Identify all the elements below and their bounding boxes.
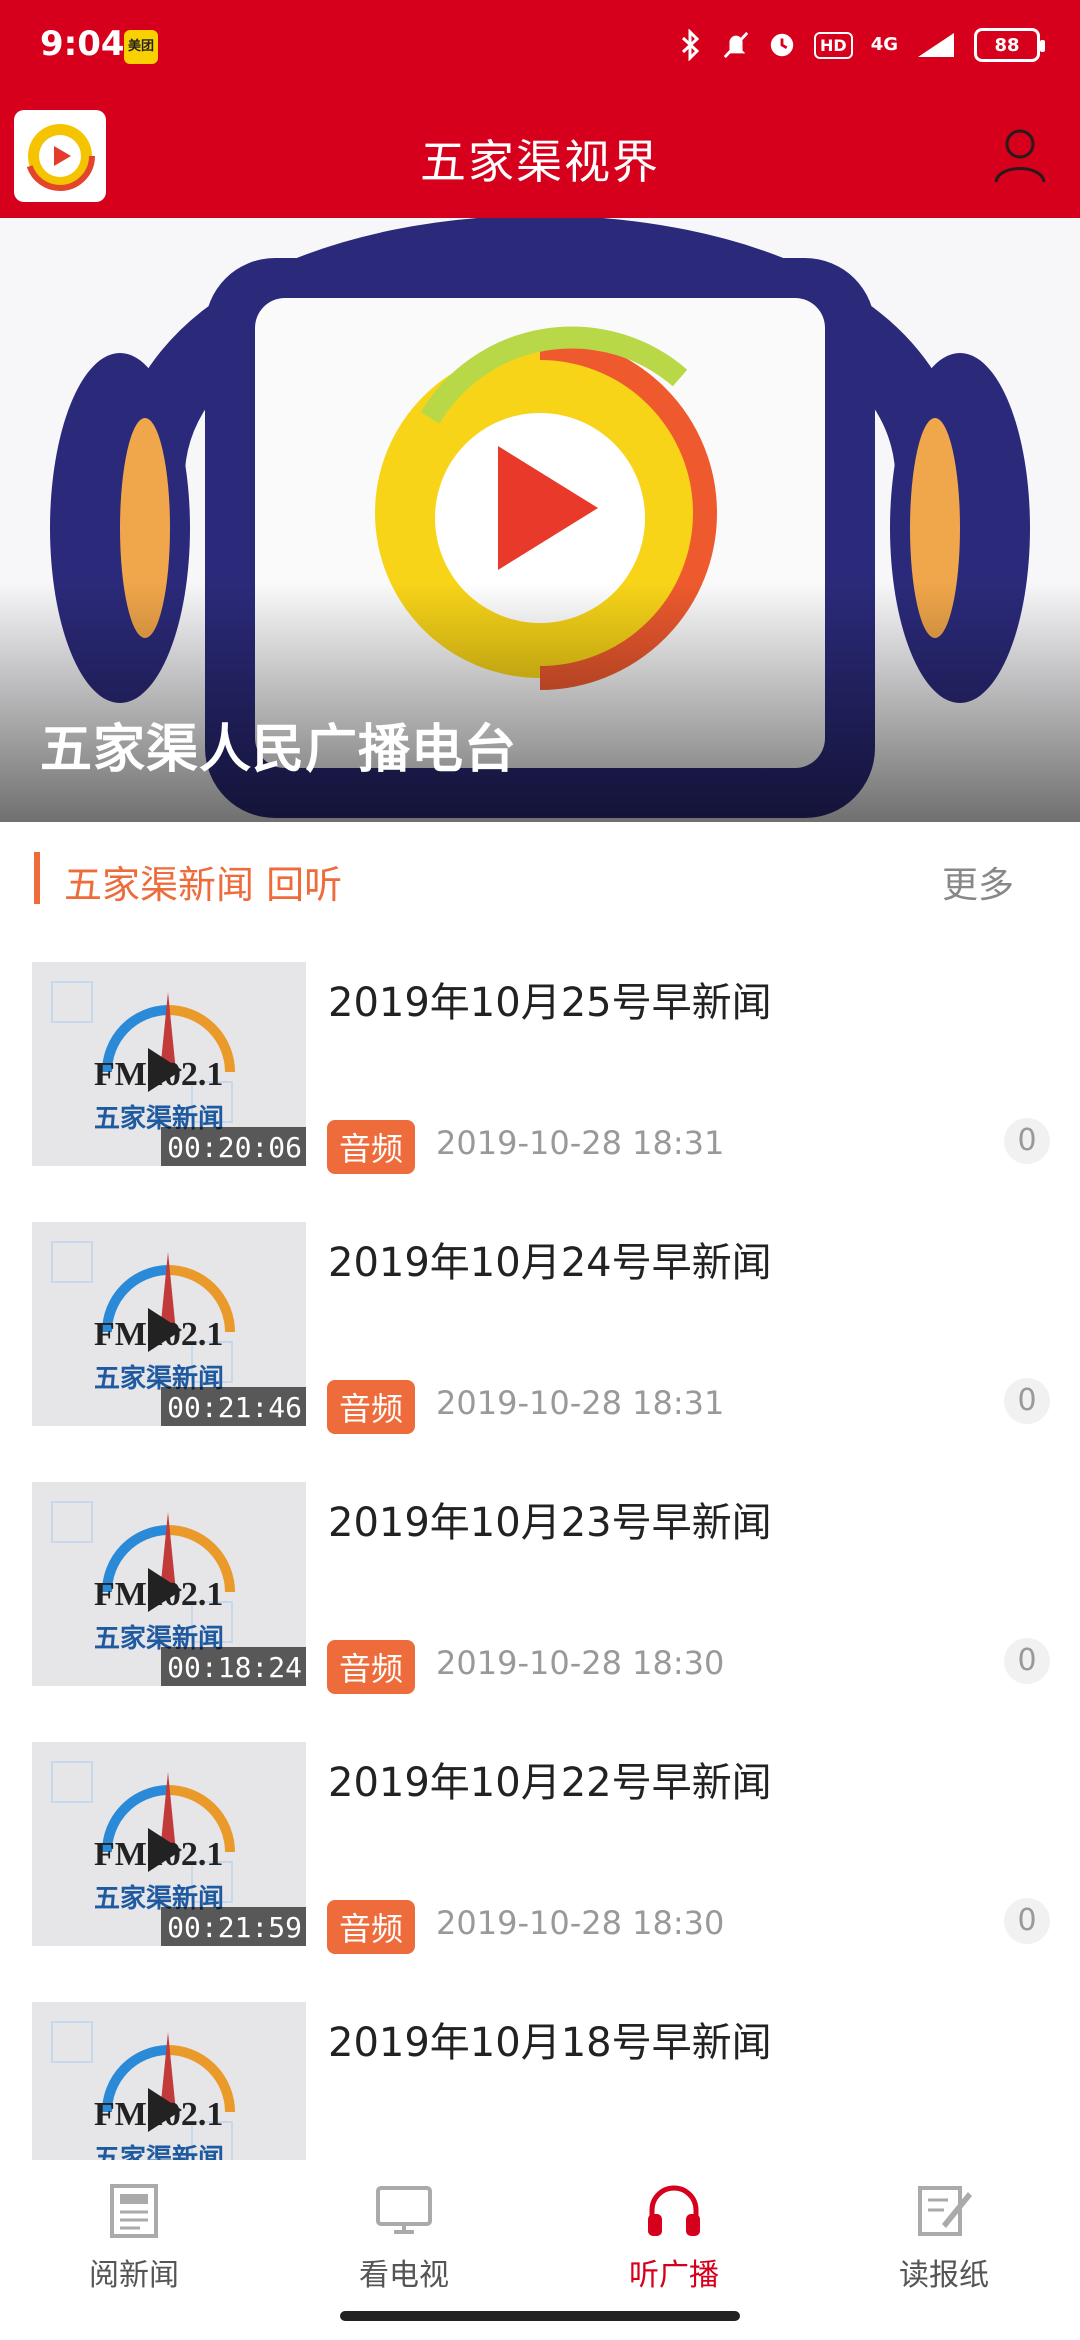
duration-label: 00:18:24 <box>161 1647 306 1686</box>
audio-thumbnail[interactable]: FM102.1 五家渠新闻 00:21:59 <box>32 1742 306 1946</box>
duration-label: 00:20:06 <box>161 1127 306 1166</box>
audio-thumbnail[interactable]: FM102.1 五家渠新闻 <box>32 2002 306 2160</box>
play-icon <box>148 1308 182 1352</box>
tab-label: 听广播 <box>629 2258 719 2293</box>
list-item[interactable]: FM102.1 五家渠新闻 00:21:46 2019年10月24号早新闻 音频… <box>0 1202 1080 1462</box>
comment-count-badge: 0 <box>1004 1898 1050 1944</box>
newspaper-icon <box>110 2184 158 2238</box>
network-type: 4G <box>870 34 898 55</box>
duration-label: 00:21:59 <box>161 1907 306 1946</box>
play-icon <box>148 1828 182 1872</box>
tab-read-paper[interactable]: 读报纸 <box>844 2178 1044 2294</box>
app-header: 五家渠视界 <box>0 96 1080 218</box>
banner-caption: 五家渠人民广播电台 <box>40 720 518 780</box>
duration-label: 00:21:46 <box>161 1387 306 1426</box>
item-date: 2019-10-28 18:31 <box>436 1124 725 1162</box>
item-title[interactable]: 2019年10月24号早新闻 <box>328 1230 772 1288</box>
audio-tag: 音频 <box>327 1900 416 1954</box>
play-icon <box>148 2088 182 2132</box>
audio-tag: 音频 <box>327 1120 416 1174</box>
comment-count-badge: 0 <box>1004 1638 1050 1684</box>
item-title[interactable]: 2019年10月23号早新闻 <box>328 1490 772 1548</box>
audio-thumbnail[interactable]: FM102.1 五家渠新闻 00:18:24 <box>32 1482 306 1686</box>
bluetooth-icon <box>676 28 704 62</box>
meituan-notification-icon: 美团 <box>124 30 158 64</box>
status-icons: HD 4G 88 <box>676 28 1045 62</box>
page-title: 五家渠视界 <box>420 135 660 189</box>
item-title[interactable]: 2019年10月22号早新闻 <box>328 1750 772 1808</box>
play-icon <box>148 1048 182 1092</box>
section-header: 五家渠新闻 回听 更多 <box>0 822 1080 942</box>
item-date: 2019-10-28 18:30 <box>436 1904 725 1942</box>
banner-gradient <box>0 582 1080 822</box>
tab-label: 看电视 <box>359 2258 449 2293</box>
hd-icon: HD <box>814 31 853 59</box>
comment-count-badge: 0 <box>1004 1378 1050 1424</box>
tab-label: 读报纸 <box>899 2258 989 2293</box>
item-title[interactable]: 2019年10月18号早新闻 <box>328 2010 772 2068</box>
item-date: 2019-10-28 18:31 <box>436 1384 725 1422</box>
section-title: 五家渠新闻 回听 <box>64 863 343 907</box>
tv-icon <box>376 2186 432 2234</box>
comment-count-badge: 0 <box>1004 1118 1050 1164</box>
list-item[interactable]: FM102.1 五家渠新闻 00:20:06 2019年10月25号早新闻 音频… <box>0 942 1080 1202</box>
featured-banner[interactable]: 五家渠人民广播电台 <box>0 218 1080 822</box>
audio-thumbnail[interactable]: FM102.1 五家渠新闻 00:21:46 <box>32 1222 306 1426</box>
tab-label: 阅新闻 <box>89 2258 179 2293</box>
more-link[interactable]: 更多 <box>942 856 1014 908</box>
item-date: 2019-10-28 18:30 <box>436 1644 725 1682</box>
status-time: 9:04 <box>40 24 125 64</box>
section-accent-bar <box>34 852 40 904</box>
home-indicator[interactable] <box>340 2311 740 2321</box>
status-bar: 9:04 美团 HD 4G 88 <box>0 0 1080 96</box>
alarm-clock-icon <box>768 28 796 62</box>
tab-read-news[interactable]: 阅新闻 <box>34 2178 234 2294</box>
audio-tag: 音频 <box>327 1380 416 1434</box>
audio-thumbnail[interactable]: FM102.1 五家渠新闻 00:20:06 <box>32 962 306 1166</box>
paper-pen-icon <box>918 2186 972 2236</box>
item-title[interactable]: 2019年10月25号早新闻 <box>328 970 772 1028</box>
tab-watch-tv[interactable]: 看电视 <box>304 2178 504 2294</box>
station-name-text: 五家渠新闻 <box>94 2144 225 2160</box>
list-item[interactable]: FM102.1 五家渠新闻 00:18:24 2019年10月23号早新闻 音频… <box>0 1462 1080 1722</box>
mute-bell-icon <box>722 28 750 62</box>
audio-tag: 音频 <box>327 1640 416 1694</box>
play-icon <box>148 1568 182 1612</box>
headphones-icon <box>648 2185 700 2236</box>
audio-list: FM102.1 五家渠新闻 00:20:06 2019年10月25号早新闻 音频… <box>0 942 1080 2160</box>
fm-logo-image <box>32 2002 306 2160</box>
battery-indicator: 88 <box>974 28 1045 62</box>
tab-listen-radio[interactable]: 听广播 <box>574 2178 774 2294</box>
signal-icon <box>916 28 956 62</box>
list-item[interactable]: FM102.1 五家渠新闻 00:21:59 2019年10月22号早新闻 音频… <box>0 1722 1080 1982</box>
user-profile-icon[interactable] <box>988 122 1052 186</box>
list-item[interactable]: FM102.1 五家渠新闻 2019年10月18号早新闻 <box>0 1982 1080 2160</box>
